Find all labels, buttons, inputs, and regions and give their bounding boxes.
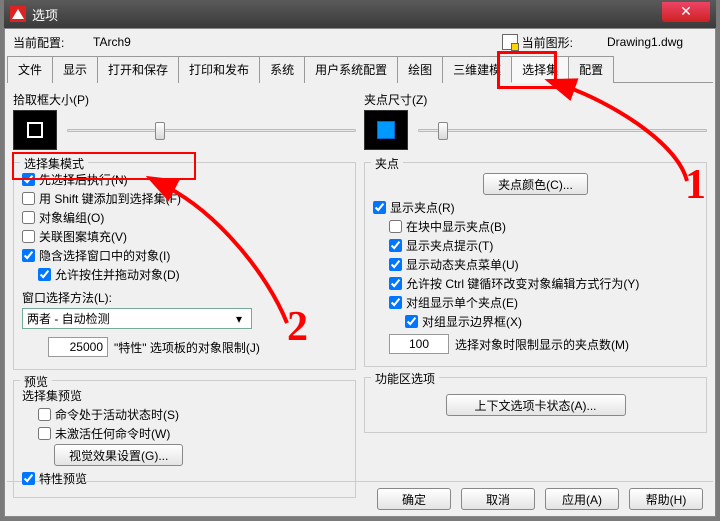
pickbox-slider[interactable]	[67, 120, 356, 140]
dyn-grip-menu-label: 显示动态夹点菜单(U)	[406, 256, 519, 273]
props-limit-input[interactable]	[48, 337, 108, 357]
group-bbox-checkbox[interactable]	[405, 315, 418, 328]
shift-add-checkbox[interactable]	[22, 192, 35, 205]
grip-tips-label: 显示夹点提示(T)	[406, 237, 493, 254]
dyn-grip-menu-checkbox[interactable]	[389, 258, 402, 271]
tab-file[interactable]: 文件	[7, 56, 53, 83]
grip-limit-input[interactable]	[389, 334, 449, 354]
selection-preview-sublabel: 选择集预览	[22, 387, 347, 404]
tab-display[interactable]: 显示	[52, 56, 98, 83]
window-method-label: 窗口选择方法(L):	[22, 289, 347, 306]
implied-window-label: 隐含选择窗口中的对象(I)	[39, 247, 170, 264]
current-drawing-value: Drawing1.dwg	[577, 35, 707, 49]
cmd-active-checkbox[interactable]	[38, 408, 51, 421]
preview-legend: 预览	[20, 373, 52, 390]
grips-in-blocks-label: 在块中显示夹点(B)	[406, 218, 506, 235]
titlebar: 选项 ✕	[4, 0, 716, 28]
grip-limit-label: 选择对象时限制显示的夹点数(M)	[455, 336, 629, 353]
press-drag-label: 允许按住并拖动对象(D)	[55, 266, 180, 283]
tab-selection[interactable]: 选择集	[511, 56, 569, 83]
ctrl-cycle-checkbox[interactable]	[389, 277, 402, 290]
shift-add-label: 用 Shift 键添加到选择集(F)	[39, 190, 181, 207]
object-group-checkbox[interactable]	[22, 211, 35, 224]
grips-legend: 夹点	[371, 155, 403, 172]
current-profile-value: TArch9	[93, 35, 293, 49]
tab-open-save[interactable]: 打开和保存	[97, 56, 179, 83]
press-drag-checkbox[interactable]	[38, 268, 51, 281]
dropdown-arrow-icon: ▾	[231, 312, 247, 326]
assoc-hatch-label: 关联图案填充(V)	[39, 228, 127, 245]
help-button[interactable]: 帮助(H)	[629, 488, 703, 510]
no-cmd-checkbox[interactable]	[38, 427, 51, 440]
ribbon-context-button[interactable]: 上下文选项卡状态(A)...	[446, 394, 626, 416]
noun-verb-checkbox[interactable]	[22, 173, 35, 186]
tab-bar: 文件 显示 打开和保存 打印和发布 系统 用户系统配置 绘图 三维建模 选择集 …	[7, 55, 713, 83]
tab-3d[interactable]: 三维建模	[442, 56, 512, 83]
visual-effect-button[interactable]: 视觉效果设置(G)...	[54, 444, 183, 466]
object-group-label: 对象编组(O)	[39, 209, 104, 226]
cancel-button[interactable]: 取消	[461, 488, 535, 510]
grip-tips-checkbox[interactable]	[389, 239, 402, 252]
window-title: 选项	[32, 5, 58, 24]
window-method-combo[interactable]: 两者 - 自动检测 ▾	[22, 308, 252, 329]
props-limit-label: "特性" 选项板的对象限制(J)	[114, 339, 260, 356]
grip-preview	[364, 110, 408, 150]
tab-profiles[interactable]: 配置	[568, 56, 614, 83]
property-preview-label: 特性预览	[39, 470, 87, 487]
ok-button[interactable]: 确定	[377, 488, 451, 510]
show-grips-label: 显示夹点(R)	[390, 199, 455, 216]
no-cmd-label: 未激活任何命令时(W)	[55, 425, 170, 442]
grip-size-label: 夹点尺寸(Z)	[364, 91, 707, 108]
tab-system[interactable]: 系统	[259, 56, 305, 83]
property-preview-checkbox[interactable]	[22, 472, 35, 485]
noun-verb-label: 先选择后执行(N)	[39, 171, 128, 188]
implied-window-checkbox[interactable]	[22, 249, 35, 262]
group-single-checkbox[interactable]	[389, 296, 402, 309]
pickbox-size-label: 拾取框大小(P)	[13, 91, 356, 108]
selection-mode-legend: 选择集模式	[20, 155, 88, 172]
close-button[interactable]: ✕	[662, 2, 710, 22]
ribbon-legend: 功能区选项	[371, 370, 439, 387]
drawing-icon	[502, 34, 518, 50]
current-drawing-label: 当前图形:	[522, 34, 573, 51]
window-method-value: 两者 - 自动检测	[27, 310, 110, 327]
grip-slider[interactable]	[418, 120, 707, 140]
pickbox-preview	[13, 110, 57, 150]
grip-color-button[interactable]: 夹点颜色(C)...	[483, 173, 588, 195]
show-grips-checkbox[interactable]	[373, 201, 386, 214]
cmd-active-label: 命令处于活动状态时(S)	[55, 406, 179, 423]
group-bbox-label: 对组显示边界框(X)	[422, 313, 522, 330]
apply-button[interactable]: 应用(A)	[545, 488, 619, 510]
tab-drafting[interactable]: 绘图	[397, 56, 443, 83]
tab-user-prefs[interactable]: 用户系统配置	[304, 56, 398, 83]
assoc-hatch-checkbox[interactable]	[22, 230, 35, 243]
group-single-label: 对组显示单个夹点(E)	[406, 294, 518, 311]
app-logo-icon	[10, 6, 26, 22]
ctrl-cycle-label: 允许按 Ctrl 键循环改变对象编辑方式行为(Y)	[406, 275, 639, 292]
tab-plot[interactable]: 打印和发布	[178, 56, 260, 83]
current-profile-label: 当前配置:	[13, 34, 93, 51]
grips-in-blocks-checkbox[interactable]	[389, 220, 402, 233]
